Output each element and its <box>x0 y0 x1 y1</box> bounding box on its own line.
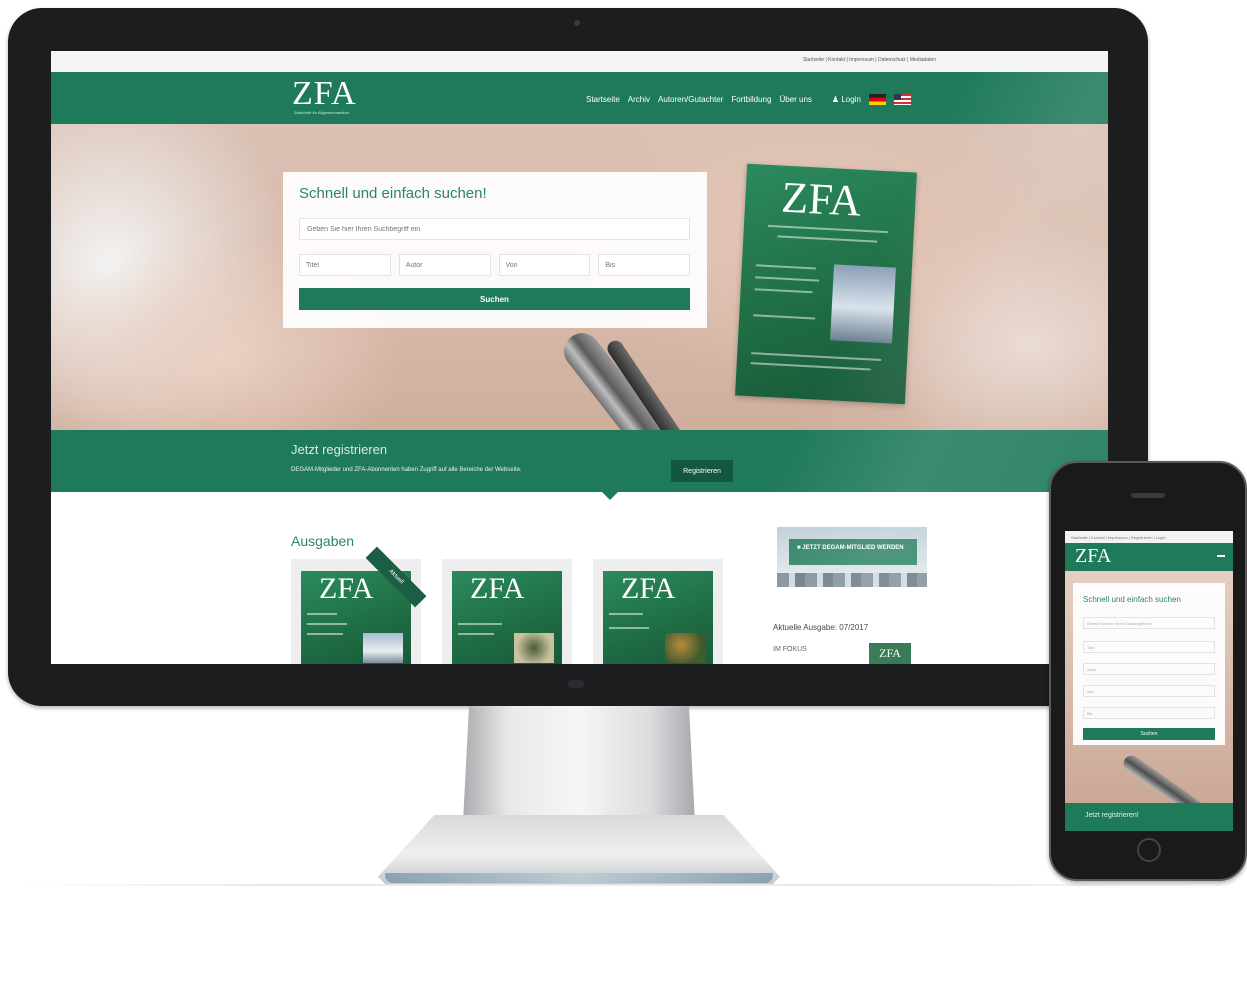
speaker-icon <box>1131 493 1165 498</box>
home-button-icon <box>1137 838 1161 862</box>
login-link[interactable]: ♟ Login <box>832 95 861 104</box>
german-flag-icon[interactable] <box>868 94 886 105</box>
issue-cover: ZFA <box>452 571 562 664</box>
current-issue-heading: Aktuelle Ausgabe: 07/2017 <box>773 623 869 632</box>
cover-photo <box>830 264 896 344</box>
site-header: ZFA Zeitschrift für Allgemeinmedizin Sta… <box>51 72 1108 124</box>
top-bar: Startseite | Kontakt | Impressum | Daten… <box>51 51 1108 72</box>
search-filter-row <box>299 254 690 276</box>
register-band: Jetzt registrieren DEGAM-Mitglieder und … <box>51 430 1108 492</box>
magazine-cover-image: ZFA <box>735 163 917 405</box>
monitor-logo <box>568 680 584 688</box>
cover-photo <box>363 633 403 663</box>
phone-title-field[interactable]: Titel <box>1083 641 1215 653</box>
title-field[interactable] <box>299 254 391 276</box>
main-nav: Startseite Archiv Autoren/Gutachter Fort… <box>586 94 911 105</box>
nav-item-ueber-uns[interactable]: Über uns <box>779 95 811 104</box>
cover-logo: ZFA <box>780 172 863 226</box>
issue-card[interactable]: ZFA <box>442 559 572 664</box>
cover-photo <box>665 633 705 663</box>
cover-logo: ZFA <box>470 572 525 605</box>
home-icon: ■ <box>797 545 801 551</box>
in-focus-label: IM FOKUS <box>773 646 807 653</box>
cover-text-line <box>755 264 816 270</box>
cover-text-line <box>458 623 502 625</box>
hero-banner: Schnell und einfach suchen! Suchen ZFA <box>51 124 1108 430</box>
cover-photo <box>514 633 554 663</box>
phone-search-title: Schnell und einfach suchen <box>1083 595 1181 604</box>
membership-label: JETZT DEGAM-MITGLIED WERDEN <box>802 545 904 551</box>
smartphone: Startseite | Kontakt | Impressum | Regis… <box>1049 461 1247 881</box>
phone-top-links[interactable]: Startseite | Kontakt | Impressum | Regis… <box>1065 531 1233 543</box>
top-links[interactable]: Startseite | Kontakt | Impressum | Daten… <box>803 57 936 63</box>
floor-reflection <box>20 884 1230 886</box>
to-field[interactable] <box>598 254 690 276</box>
issues-heading: Ausgaben <box>291 533 355 549</box>
people-photo <box>777 573 927 587</box>
membership-cta[interactable]: ■ JETZT DEGAM-MITGLIED WERDEN <box>789 539 917 565</box>
cover-text-line <box>750 362 871 371</box>
cover-logo: ZFA <box>319 572 374 605</box>
phone-author-field[interactable]: Autor <box>1083 663 1215 675</box>
cover-text-line <box>777 235 878 243</box>
cover-text-line <box>753 314 816 320</box>
phone-search-button[interactable]: Suchen <box>1083 728 1215 740</box>
cover-text-line <box>307 613 337 615</box>
cover-logo: ZFA <box>621 572 676 605</box>
phone-search-panel: Schnell und einfach suchen Geben Sie hie… <box>1073 583 1225 745</box>
login-label: Login <box>841 95 861 104</box>
cover-text-line <box>754 288 813 294</box>
register-title: Jetzt registrieren <box>291 442 388 457</box>
nav-item-fortbildung[interactable]: Fortbildung <box>731 95 771 104</box>
phone-header: ZFA <box>1065 543 1233 571</box>
phone-register-title: Jetzt registrieren! <box>1085 812 1139 819</box>
cover-text-line <box>458 633 494 635</box>
desktop-screen: Startseite | Kontakt | Impressum | Daten… <box>51 51 1108 664</box>
camera-icon <box>574 20 580 26</box>
cover-text-line <box>609 627 649 629</box>
issue-card[interactable]: ZFA <box>593 559 723 664</box>
search-button[interactable]: Suchen <box>299 288 690 310</box>
site-logo[interactable]: ZFA <box>292 77 357 111</box>
cover-text-line <box>307 623 347 625</box>
user-icon: ♟ <box>831 95 840 104</box>
search-title: Schnell und einfach suchen! <box>299 185 487 202</box>
issue-cover: ZFA <box>603 571 713 664</box>
phone-screen: Startseite | Kontakt | Impressum | Regis… <box>1065 531 1233 831</box>
phone-logo[interactable]: ZFA <box>1075 545 1111 568</box>
register-text: DEGAM-Mitglieder und ZFA-Abonnenten habe… <box>291 467 522 473</box>
current-issue-cover[interactable]: ZFA <box>869 643 911 664</box>
phone-from-field[interactable]: Von <box>1083 685 1215 697</box>
phone-search-input[interactable]: Geben Sie hier Ihren Suchbegriff ein <box>1083 617 1215 629</box>
author-field[interactable] <box>398 254 491 276</box>
issue-card[interactable]: ZFA Aktuell <box>291 546 427 664</box>
membership-banner[interactable]: ■ JETZT DEGAM-MITGLIED WERDEN <box>777 527 927 587</box>
search-input[interactable] <box>299 218 690 240</box>
logo-subtitle: Zeitschrift für Allgemeinmedizin <box>294 110 350 115</box>
cover-text-line <box>751 352 882 361</box>
cover-text-line <box>755 276 820 282</box>
nav-item-startseite[interactable]: Startseite <box>586 95 620 104</box>
monitor-stand-edge <box>385 873 773 883</box>
desktop-monitor: Startseite | Kontakt | Impressum | Daten… <box>8 8 1148 706</box>
from-field[interactable] <box>498 254 591 276</box>
cover-text-line <box>767 224 888 234</box>
menu-icon[interactable] <box>1217 555 1225 557</box>
phone-register-band[interactable]: Jetzt registrieren! <box>1065 803 1233 831</box>
nav-item-archiv[interactable]: Archiv <box>628 95 650 104</box>
phone-hero: Schnell und einfach suchen Geben Sie hie… <box>1065 571 1233 831</box>
chevron-down-icon <box>602 492 618 500</box>
us-flag-icon[interactable] <box>893 94 911 105</box>
phone-to-field[interactable]: Bis <box>1083 707 1215 719</box>
cover-text-line <box>609 613 643 615</box>
cover-text-line <box>307 633 343 635</box>
register-button[interactable]: Registrieren <box>671 460 733 482</box>
nav-item-autoren[interactable]: Autoren/Gutachter <box>658 95 723 104</box>
search-panel: Schnell und einfach suchen! Suchen <box>283 172 707 328</box>
